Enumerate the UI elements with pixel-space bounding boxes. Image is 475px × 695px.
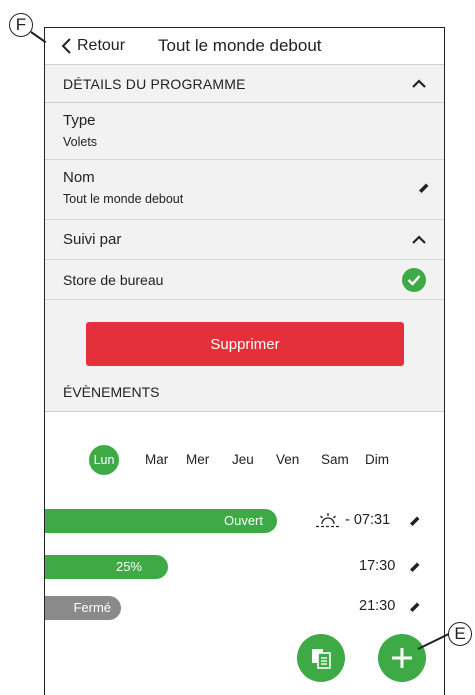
followed-item-row[interactable]: Store de bureau bbox=[45, 260, 444, 300]
edit-event-pencil-icon[interactable] bbox=[407, 601, 421, 615]
back-label: Retour bbox=[77, 37, 126, 54]
name-row[interactable]: Nom Tout le monde debout bbox=[45, 160, 444, 220]
details-section-title: DÉTAILS DU PROGRAMME bbox=[63, 75, 246, 92]
sunrise-icon bbox=[316, 513, 340, 528]
day-selector: Lun Mar Mer Jeu Ven Sam Dim bbox=[45, 445, 444, 483]
delete-button[interactable]: Supprimer bbox=[86, 322, 404, 366]
back-button[interactable]: Retour bbox=[61, 37, 125, 55]
copy-icon bbox=[312, 649, 331, 669]
edit-name-pencil-icon[interactable] bbox=[416, 182, 430, 196]
day-friday[interactable]: Ven bbox=[276, 447, 299, 473]
copy-button[interactable] bbox=[297, 634, 345, 682]
name-value: Tout le monde debout bbox=[63, 192, 184, 206]
day-sunday[interactable]: Dim bbox=[365, 447, 389, 473]
details-section-header[interactable]: DÉTAILS DU PROGRAMME bbox=[45, 65, 444, 103]
chevron-left-icon bbox=[61, 38, 71, 54]
plus-icon bbox=[392, 648, 412, 668]
actions-area: Supprimer ÉVÈNEMENTS bbox=[45, 300, 444, 412]
followed-by-label: Suivi par bbox=[63, 231, 122, 248]
events-section-title: ÉVÈNEMENTS bbox=[63, 384, 160, 400]
add-event-button[interactable] bbox=[378, 634, 426, 682]
chevron-up-icon[interactable] bbox=[412, 234, 426, 245]
type-row: Type Volets bbox=[45, 103, 444, 160]
chevron-up-icon[interactable] bbox=[412, 78, 426, 89]
day-thursday[interactable]: Jeu bbox=[232, 447, 254, 473]
type-label: Type bbox=[63, 112, 96, 129]
day-monday[interactable]: Lun bbox=[89, 445, 119, 475]
type-value: Volets bbox=[63, 135, 98, 149]
event-bar-closed[interactable]: Fermé bbox=[45, 596, 121, 620]
divider bbox=[45, 411, 444, 412]
callout-e: E bbox=[448, 622, 472, 646]
followed-item-label: Store de bureau bbox=[63, 271, 164, 288]
day-saturday[interactable]: Sam bbox=[321, 447, 349, 473]
name-label: Nom bbox=[63, 169, 95, 186]
check-icon[interactable] bbox=[402, 267, 426, 292]
event-bar-open[interactable]: Ouvert bbox=[45, 509, 277, 533]
event-bar-25[interactable]: 25% bbox=[45, 555, 168, 579]
edit-event-pencil-icon[interactable] bbox=[407, 515, 421, 529]
day-tuesday[interactable]: Mar bbox=[145, 447, 168, 473]
callout-f: F bbox=[9, 13, 33, 37]
page-title: Tout le monde debout bbox=[158, 36, 322, 55]
event-time: 17:30 bbox=[359, 558, 396, 574]
phone-screen: Retour Tout le monde debout DÉTAILS DU P… bbox=[44, 27, 445, 695]
event-time: - 07:31 bbox=[345, 512, 391, 528]
edit-event-pencil-icon[interactable] bbox=[407, 561, 421, 575]
header: Retour Tout le monde debout bbox=[45, 28, 444, 65]
day-wednesday[interactable]: Mer bbox=[186, 447, 209, 473]
followed-by-row[interactable]: Suivi par bbox=[45, 220, 444, 260]
event-time: 21:30 bbox=[359, 598, 396, 614]
